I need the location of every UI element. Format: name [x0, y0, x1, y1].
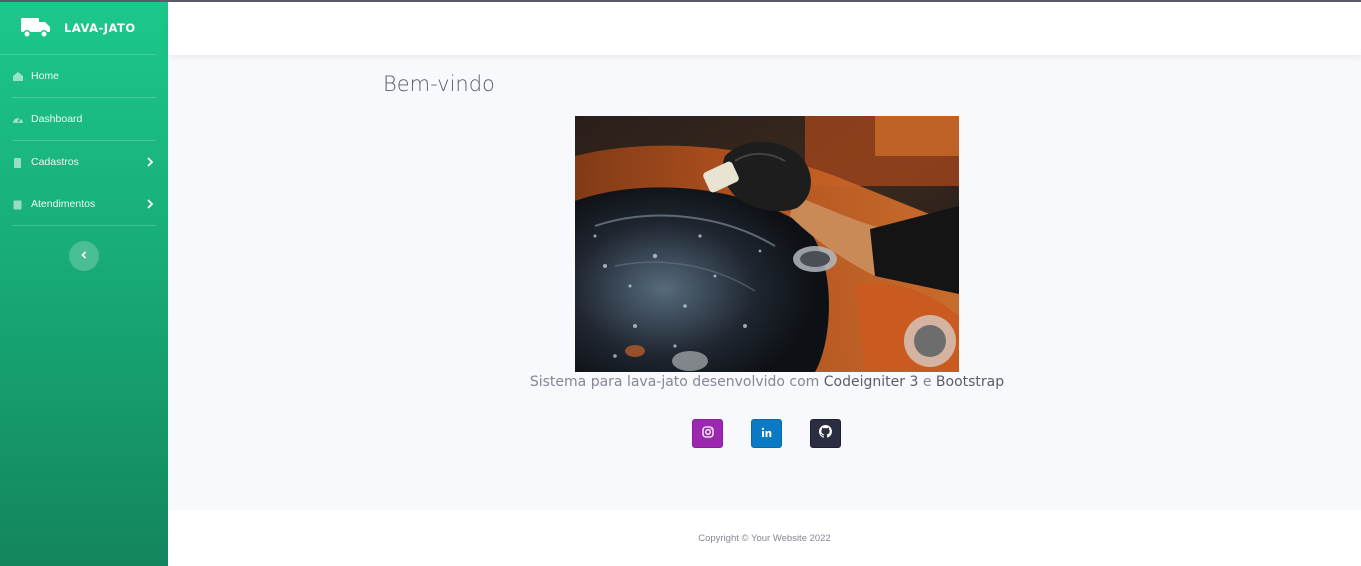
- tachometer-icon: [12, 114, 24, 125]
- caption-framework-2: Bootstrap: [935, 374, 1005, 390]
- github-button[interactable]: [810, 419, 841, 448]
- calendar-icon: [12, 199, 24, 210]
- page-title: Bem-vindo: [383, 72, 495, 96]
- sidebar: LAVA-JATO Home Dashboard Cadastros Atend…: [0, 2, 168, 566]
- copyright-text: Copyright © Your Website 2022: [698, 532, 831, 544]
- sidebar-item-home[interactable]: Home: [0, 55, 168, 97]
- sidebar-item-dashboard[interactable]: Dashboard: [0, 98, 168, 140]
- chevron-right-icon: [146, 199, 154, 209]
- chevron-right-icon: [146, 157, 154, 167]
- topbar: [168, 2, 1361, 55]
- sidebar-item-label: Atendimentos: [31, 198, 96, 210]
- caption-prefix: Sistema para lava-jato desenvolvido com: [529, 374, 820, 390]
- chevron-left-icon: [80, 247, 88, 265]
- footer: Copyright © Your Website 2022: [168, 510, 1361, 566]
- instagram-icon: [701, 425, 714, 443]
- clipboard-icon: [12, 157, 24, 168]
- sidebar-item-atendimentos[interactable]: Atendimentos: [0, 183, 168, 225]
- instagram-button[interactable]: [692, 419, 723, 448]
- brand-name: LAVA-JATO: [64, 21, 136, 35]
- hero-image: [575, 116, 959, 372]
- linkedin-button[interactable]: [751, 419, 782, 448]
- caption-joiner: e: [922, 374, 932, 390]
- sidebar-toggle-button[interactable]: [69, 241, 99, 271]
- sidebar-divider: [12, 225, 156, 226]
- home-icon: [12, 71, 24, 82]
- sidebar-item-label: Cadastros: [31, 156, 79, 168]
- sidebar-item-label: Dashboard: [31, 113, 83, 125]
- sidebar-item-cadastros[interactable]: Cadastros: [0, 141, 168, 183]
- sidebar-item-label: Home: [31, 70, 60, 82]
- welcome-caption: Sistema para lava-jato desenvolvido com …: [0, 374, 1361, 390]
- linkedin-icon: [761, 425, 772, 443]
- truck-icon: [20, 15, 52, 41]
- caption-framework-1: Codeigniter 3: [823, 374, 919, 390]
- github-icon: [819, 424, 832, 443]
- sidebar-brand[interactable]: LAVA-JATO: [0, 2, 156, 55]
